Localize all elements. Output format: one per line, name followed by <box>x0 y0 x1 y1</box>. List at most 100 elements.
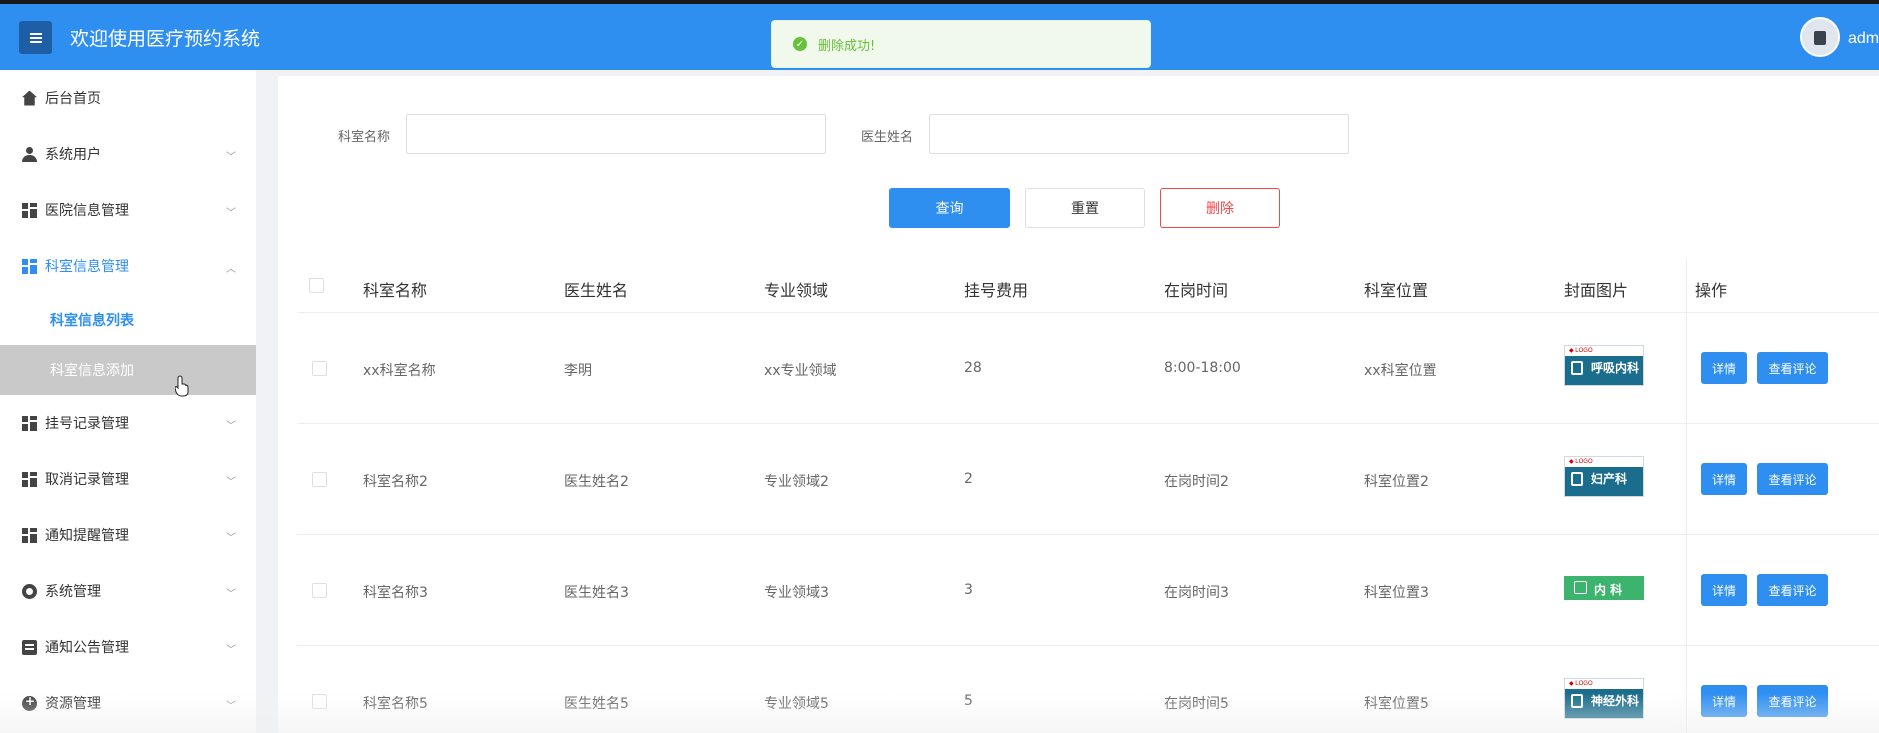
table-row: 科室名称3 医生姓名3 专业领域3 3 在岗时间3 科室位置3 内 科 详情 查… <box>297 535 1879 646</box>
sidebar-item-dept-info[interactable]: 科室信息管理 ︿ <box>0 238 256 294</box>
select-all-checkbox[interactable] <box>309 278 324 293</box>
grid-icon <box>22 415 37 431</box>
view-reviews-button[interactable]: 查看评论 <box>1757 352 1828 384</box>
cell-fee: 2 <box>964 471 973 487</box>
detail-button[interactable]: 详情 <box>1701 463 1747 495</box>
sidebar-item-label: 系统用户 <box>45 147 101 163</box>
dept-sign-icon <box>1571 361 1583 375</box>
detail-button[interactable]: 详情 <box>1701 574 1747 606</box>
col-header: 专业领域 <box>764 281 829 300</box>
cell-field: 专业领域2 <box>764 474 829 490</box>
row-checkbox[interactable] <box>312 361 327 376</box>
sidebar-subitem-dept-list[interactable]: 科室信息列表 <box>0 295 256 345</box>
dept-sign-icon <box>1571 694 1583 708</box>
cell-location: xx科室位置 <box>1364 363 1437 379</box>
document-icon <box>22 639 37 655</box>
app-title: 欢迎使用医疗预约系统 <box>70 28 261 50</box>
cover-image: ◆ LOGO 妇产科 <box>1564 456 1644 497</box>
avatar[interactable] <box>1800 17 1840 57</box>
home-icon <box>22 90 37 106</box>
sidebar-item-system-management[interactable]: 系统管理 ﹀ <box>0 563 256 619</box>
sidebar-item-label: 取消记录管理 <box>45 472 129 488</box>
row-checkbox[interactable] <box>312 694 327 709</box>
sidebar-item-label: 科室信息管理 <box>45 259 129 275</box>
sidebar-item-hospital-info[interactable]: 医院信息管理 ﹀ <box>0 182 256 238</box>
chevron-down-icon: ﹀ <box>226 208 236 219</box>
query-button[interactable]: 查询 <box>889 188 1010 228</box>
chevron-down-icon: ﹀ <box>226 645 236 656</box>
sidebar-subitem-dept-add[interactable]: 科室信息添加 <box>0 345 256 395</box>
gear-icon <box>22 583 37 599</box>
reset-button[interactable]: 重置 <box>1025 188 1145 228</box>
hamburger-icon[interactable] <box>19 21 52 54</box>
grid-icon <box>22 527 37 543</box>
table-header: 科室名称 医生姓名 专业领域 挂号费用 在岗时间 科室位置 封面图片 操作 <box>297 258 1879 313</box>
sidebar-item-cancel-records[interactable]: 取消记录管理 ﹀ <box>0 451 256 507</box>
success-toast: ✓ 删除成功! <box>771 20 1151 68</box>
sidebar-item-home[interactable]: 后台首页 <box>0 70 256 126</box>
view-reviews-button[interactable]: 查看评论 <box>1757 574 1828 606</box>
cell-dept: 科室名称2 <box>363 474 428 490</box>
chevron-down-icon: ﹀ <box>226 701 236 712</box>
cover-image: 内 科 <box>1564 576 1644 600</box>
sidebar-item-label: 医院信息管理 <box>45 203 129 219</box>
user-icon <box>22 146 37 162</box>
detail-button[interactable]: 详情 <box>1701 685 1747 717</box>
chevron-down-icon: ﹀ <box>226 589 236 600</box>
dept-name-input[interactable] <box>406 114 826 154</box>
grid-icon <box>22 471 37 487</box>
table-row: xx科室名称 李明 xx专业领域 28 8:00-18:00 xx科室位置 ◆ … <box>297 313 1879 424</box>
chevron-down-icon: ﹀ <box>226 421 236 432</box>
cell-time: 8:00-18:00 <box>1164 360 1241 376</box>
cell-time: 在岗时间2 <box>1164 474 1229 490</box>
table-row: 科室名称2 医生姓名2 专业领域2 2 在岗时间2 科室位置2 ◆ LOGO 妇… <box>297 424 1879 535</box>
cell-fee: 3 <box>964 582 973 598</box>
cell-doctor: 医生姓名5 <box>564 696 629 712</box>
col-header: 科室位置 <box>1364 281 1429 300</box>
cell-field: xx专业领域 <box>764 363 837 379</box>
cover-text: 神经外科 <box>1591 694 1640 708</box>
chevron-down-icon: ﹀ <box>226 477 236 488</box>
cover-text: 内 科 <box>1594 583 1623 597</box>
sidebar-item-label: 通知公告管理 <box>45 640 129 656</box>
cell-location: 科室位置2 <box>1364 474 1429 490</box>
cell-doctor: 医生姓名2 <box>564 474 629 490</box>
doctor-name-input[interactable] <box>929 114 1349 154</box>
cover-text: 妇产科 <box>1591 472 1628 486</box>
fixed-column-divider <box>1686 258 1687 733</box>
user-name[interactable]: adm <box>1848 30 1879 48</box>
grid-icon <box>22 202 37 218</box>
view-reviews-button[interactable]: 查看评论 <box>1757 463 1828 495</box>
sidebar-item-label: 后台首页 <box>45 91 101 107</box>
sidebar-item-system-users[interactable]: 系统用户 ﹀ <box>0 126 256 182</box>
view-reviews-button[interactable]: 查看评论 <box>1757 685 1828 717</box>
cover-image: ◆ LOGO 神经外科 <box>1564 678 1644 719</box>
hand-cursor-icon <box>175 375 189 397</box>
sidebar-item-label: 通知提醒管理 <box>45 528 129 544</box>
detail-button[interactable]: 详情 <box>1701 352 1747 384</box>
cell-location: 科室位置5 <box>1364 696 1429 712</box>
sidebar-item-registration-records[interactable]: 挂号记录管理 ﹀ <box>0 395 256 451</box>
cell-location: 科室位置3 <box>1364 585 1429 601</box>
chevron-up-icon: ︿ <box>226 264 236 275</box>
col-header: 操作 <box>1695 281 1728 300</box>
cell-dept: xx科室名称 <box>363 363 436 379</box>
table-row: 科室名称5 医生姓名5 专业领域5 5 在岗时间5 科室位置5 ◆ LOGO 神… <box>297 646 1879 733</box>
col-header: 在岗时间 <box>1164 281 1229 300</box>
sidebar-item-resources[interactable]: 资源管理 ﹀ <box>0 675 256 731</box>
dept-name-label: 科室名称 <box>338 130 391 145</box>
cell-dept: 科室名称5 <box>363 696 428 712</box>
row-checkbox[interactable] <box>312 583 327 598</box>
cell-fee: 28 <box>964 360 982 376</box>
logo-mark: ◆ LOGO <box>1569 681 1593 687</box>
dept-sign-icon <box>1571 472 1583 486</box>
logo-mark: ◆ LOGO <box>1569 459 1593 465</box>
sidebar-item-label: 挂号记录管理 <box>45 416 129 432</box>
sidebar-item-notification-reminders[interactable]: 通知提醒管理 ﹀ <box>0 507 256 563</box>
row-checkbox[interactable] <box>312 472 327 487</box>
toast-message: 删除成功! <box>818 38 876 54</box>
delete-button[interactable]: 删除 <box>1160 188 1280 228</box>
col-header: 科室名称 <box>363 281 428 300</box>
sidebar-item-announcements[interactable]: 通知公告管理 ﹀ <box>0 619 256 675</box>
chevron-down-icon: ﹀ <box>226 152 236 163</box>
